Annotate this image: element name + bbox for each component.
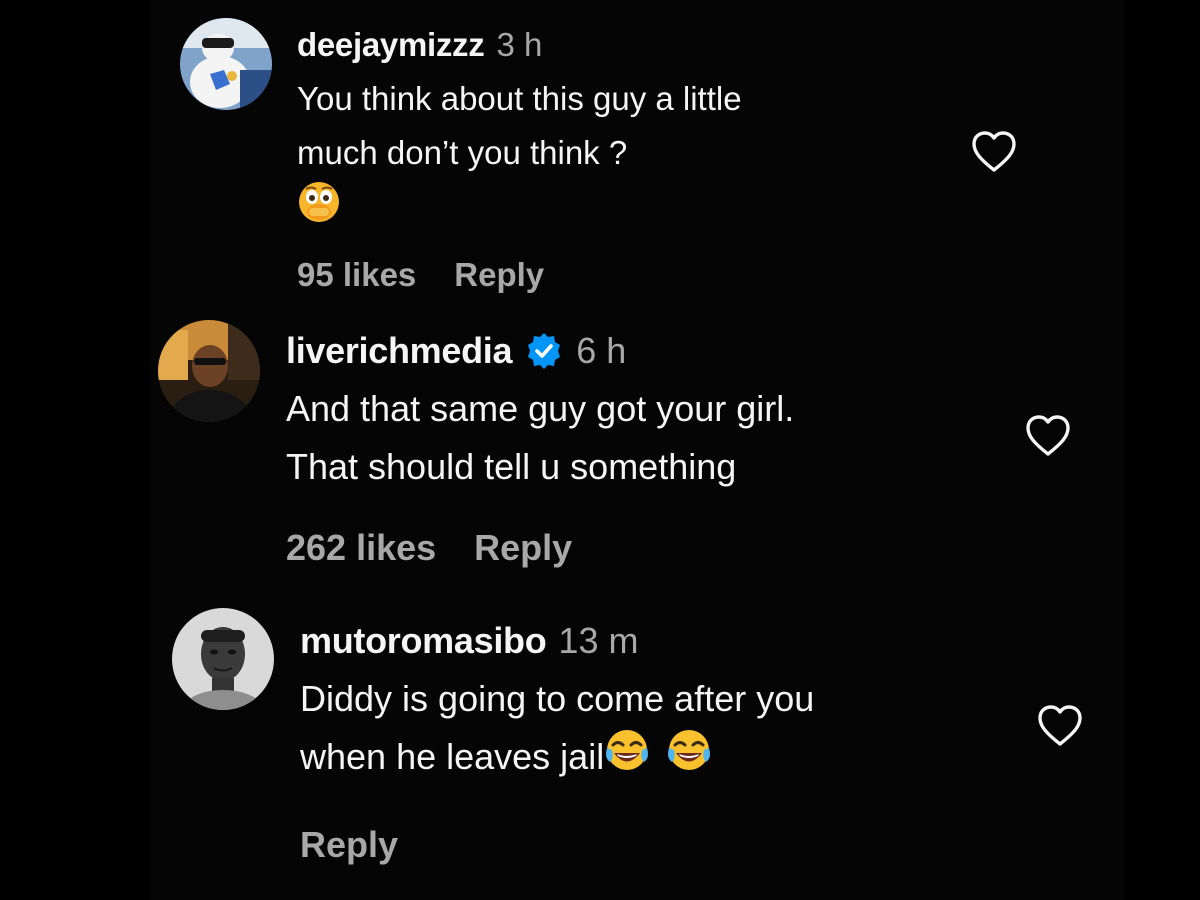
comment-text-line: when he leaves jail [300, 728, 814, 791]
heart-icon[interactable] [1036, 704, 1084, 748]
comment-actions: 95 likes Reply [297, 254, 742, 296]
comment-text-segment: when he leaves jail [300, 736, 605, 778]
username-link[interactable]: mutoromasibo [300, 620, 547, 662]
tears-of-joy-emoji-icon [604, 728, 650, 791]
likes-count[interactable]: 95 likes [297, 256, 416, 294]
verified-badge-icon [524, 331, 564, 371]
comment-text: You think about this guy a little much d… [297, 72, 742, 240]
comment-actions: Reply [300, 821, 814, 869]
timestamp[interactable]: 3 h [496, 26, 542, 64]
reply-button[interactable]: Reply [474, 527, 572, 569]
reply-button[interactable]: Reply [454, 256, 544, 294]
comment-text-line: And that same guy got your girl. [286, 388, 795, 429]
username-link[interactable]: deejaymizzz [297, 26, 485, 64]
heart-icon[interactable] [1024, 414, 1072, 458]
timestamp[interactable]: 13 m [558, 620, 638, 662]
username-link[interactable]: liverichmedia [286, 330, 513, 372]
comment-text-line: Diddy is going to come after you [300, 678, 815, 719]
avatar[interactable] [180, 18, 272, 110]
comment-text: Diddy is going to come after you when he… [300, 670, 814, 791]
tears-of-joy-emoji-icon [666, 728, 712, 791]
likes-count[interactable]: 262 likes [286, 527, 436, 569]
flushed-face-emoji-icon [297, 180, 341, 240]
comment-header: deejaymizzz 3 h [297, 22, 742, 68]
comment-body: deejaymizzz 3 h You think about this guy… [297, 22, 742, 296]
avatar[interactable] [172, 608, 274, 710]
comment-text-line: You think about this guy a little [297, 80, 742, 117]
comment-actions: 262 likes Reply [286, 524, 794, 572]
comment-text-line [297, 180, 742, 240]
timestamp[interactable]: 6 h [576, 330, 626, 372]
comment-header: mutoromasibo 13 m [300, 618, 814, 664]
avatar[interactable] [158, 320, 260, 422]
heart-icon[interactable] [970, 130, 1018, 174]
comment-body: mutoromasibo 13 m Diddy is going to come… [300, 618, 814, 869]
comment-text: And that same guy got your girl. That sh… [286, 380, 794, 496]
comment-text-line: much don’t you think ? [297, 134, 628, 171]
comment-text-line: That should tell u something [286, 446, 737, 487]
comment-body: liverichmedia 6 h And that same guy got … [286, 328, 794, 572]
reply-button[interactable]: Reply [300, 824, 398, 866]
comment-header: liverichmedia 6 h [286, 328, 794, 374]
